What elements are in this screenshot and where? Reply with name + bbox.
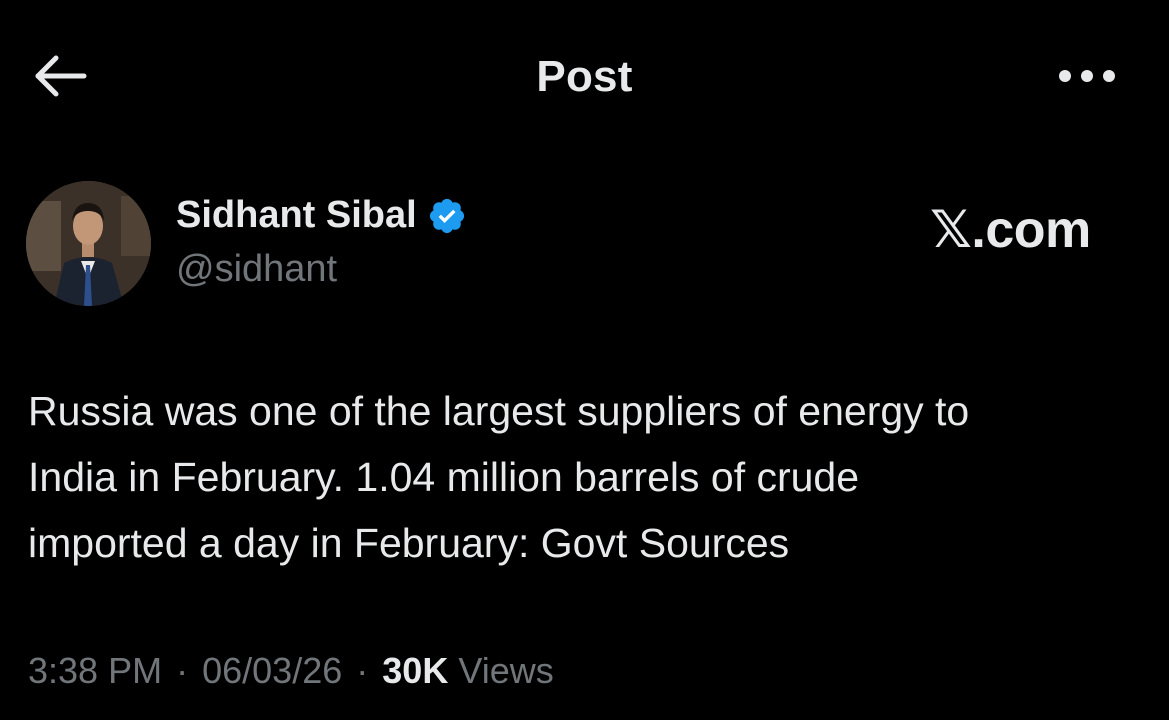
x-com-watermark: 𝕏.com <box>930 201 1091 259</box>
views-count: 30K <box>382 650 449 691</box>
avatar[interactable] <box>26 181 151 306</box>
page-title: Post <box>536 52 633 101</box>
post-body-text: Russia was one of the largest suppliers … <box>28 388 970 566</box>
separator: · <box>176 650 189 691</box>
views-link[interactable]: 30K Views <box>382 650 553 691</box>
views-label: Views <box>458 650 554 691</box>
more-horizontal-icon <box>1057 67 1117 90</box>
author-handle[interactable]: @sidhant <box>176 248 337 291</box>
verified-badge-icon <box>427 196 467 236</box>
display-name-text: Sidhant Sibal <box>176 194 417 236</box>
more-options-button[interactable] <box>1052 60 1122 96</box>
author-display-name[interactable]: Sidhant Sibal <box>176 194 467 237</box>
top-navigation-bar: Post <box>0 0 1169 150</box>
post-time[interactable]: 3:38 PM <box>28 650 162 691</box>
post-date[interactable]: 06/03/26 <box>202 650 342 691</box>
post-metadata: 3:38 PM · 06/03/26 · 30K Views <box>28 650 554 692</box>
separator: · <box>356 650 369 691</box>
